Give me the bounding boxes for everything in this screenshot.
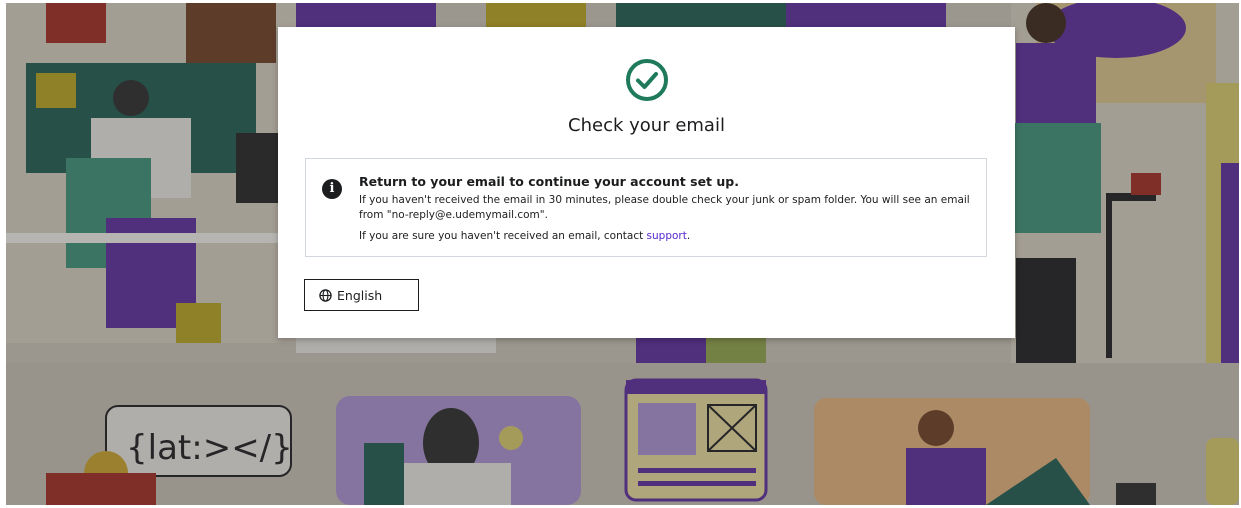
notice-heading: Return to your email to continue your ac… xyxy=(359,174,739,189)
check-email-modal: Check your email i Return to your email … xyxy=(278,27,1015,338)
notice-footer-text: If you are sure you haven't received an … xyxy=(359,230,647,242)
globe-icon xyxy=(319,288,332,302)
support-link[interactable]: support xyxy=(647,230,687,242)
language-label: English xyxy=(337,287,383,303)
notice-footer-period: . xyxy=(686,230,691,242)
modal-title: Check your email xyxy=(568,115,725,136)
language-button[interactable]: English xyxy=(304,279,419,311)
info-notice: i Return to your email to continue your … xyxy=(305,158,987,257)
check-circle-icon xyxy=(626,59,668,101)
notice-footer: If you are sure you haven't received an … xyxy=(359,230,690,242)
info-icon: i xyxy=(322,179,342,199)
notice-body: If you haven't received the email in 30 … xyxy=(359,194,970,221)
